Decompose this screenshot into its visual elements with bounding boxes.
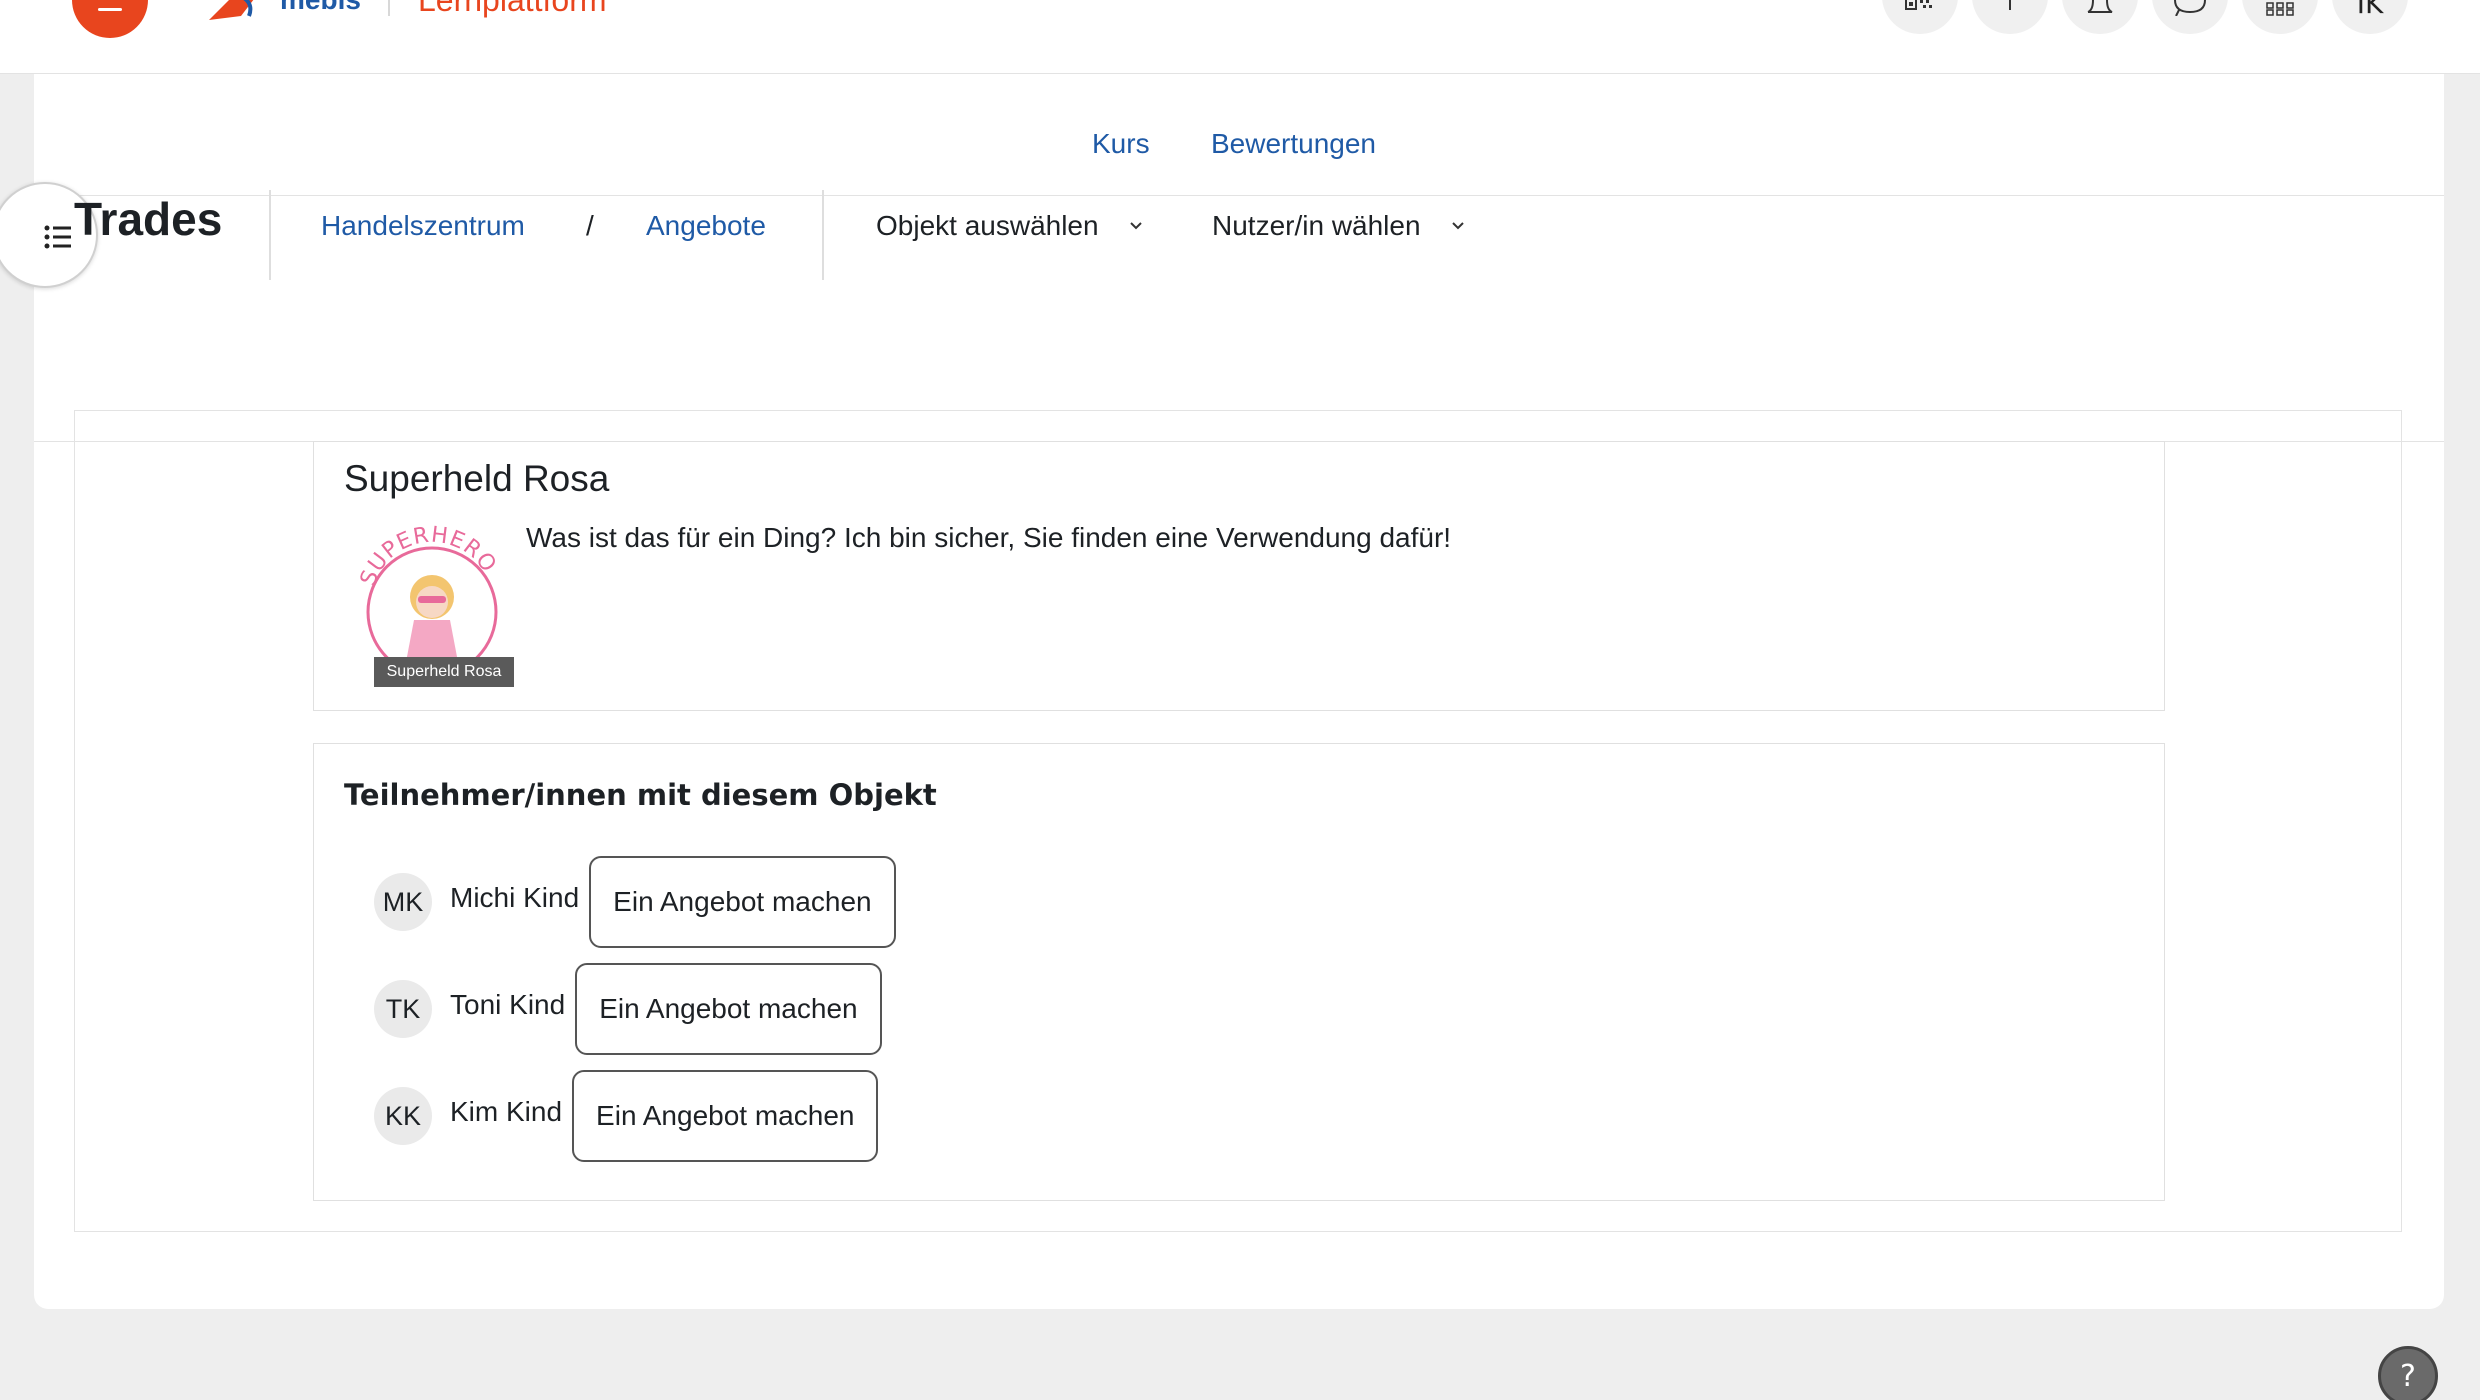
breadcrumb-offers[interactable]: Angebote [646,210,766,242]
secondary-navigation: Kurs Bewertungen [34,74,2444,196]
main-panel: Kurs Bewertungen Trades Handelszentrum /… [0,74,2444,1309]
item-title: Superheld Rosa [344,458,610,499]
member-avatar: MK [374,873,432,931]
nav-grades-link[interactable]: Bewertungen [1211,128,1376,160]
select-user-label: Nutzer/in wählen [1212,210,1421,241]
messages-chat-icon[interactable] [2152,0,2228,34]
notification-bell-icon[interactable] [2062,0,2138,34]
list-icon [44,225,71,249]
help-question-icon[interactable] [1972,0,2048,34]
top-navbar: mebis Lernplattform IK [0,0,2480,74]
select-item-dropdown[interactable]: Objekt auswählen [876,202,1143,250]
header-divider [822,190,824,280]
nav-course-link[interactable]: Kurs [1092,128,1150,160]
user-avatar[interactable]: IK [2332,0,2408,34]
member-name: Michi Kind [450,882,580,913]
brand-divider [388,0,390,16]
chevron-down-icon [1451,222,1464,230]
member-row: TK Toni Kind Ein Angebot machen [374,963,882,1055]
member-row: KK Kim Kind Ein Angebot machen [374,1070,879,1162]
menu-button[interactable] [72,0,148,38]
make-offer-button[interactable]: Ein Angebot machen [589,856,896,948]
members-card: Teilnehmer/innen mit diesem Objekt MK Mi… [313,743,2165,1201]
member-name: Kim Kind [450,1096,563,1127]
image-caption: Superheld Rosa [374,657,514,687]
content-region: Superheld Rosa SUPERHERO Superheld Rosa … [74,410,2402,1232]
breadcrumb-trading-center[interactable]: Handelszentrum [321,210,525,242]
help-button[interactable]: ? [2378,1346,2438,1400]
header-divider [269,190,271,280]
qr-code-icon[interactable] [1882,0,1958,34]
item-description: Was ist das für ein Ding? Ich bin sicher… [526,522,1452,553]
select-user-dropdown[interactable]: Nutzer/in wählen [1212,202,1465,250]
brand-name[interactable]: mebis [280,0,361,16]
item-card: Superheld Rosa SUPERHERO Superheld Rosa … [313,441,2165,711]
mebis-logo-icon [209,0,254,20]
chevron-down-icon [1129,222,1142,230]
make-offer-button[interactable]: Ein Angebot machen [575,963,882,1055]
breadcrumb-separator: / [586,210,594,241]
app-grid-icon[interactable] [2242,0,2318,34]
make-offer-button[interactable]: Ein Angebot machen [572,1070,879,1162]
member-avatar: TK [374,980,432,1038]
member-avatar: KK [374,1087,432,1145]
page-title: Trades [74,193,223,245]
member-name: Toni Kind [450,989,566,1020]
select-item-label: Objekt auswählen [876,210,1099,241]
member-row: MK Michi Kind Ein Angebot machen [374,856,896,948]
members-heading: Teilnehmer/innen mit diesem Objekt [344,778,937,812]
platform-name: Lernplattform [418,0,607,18]
